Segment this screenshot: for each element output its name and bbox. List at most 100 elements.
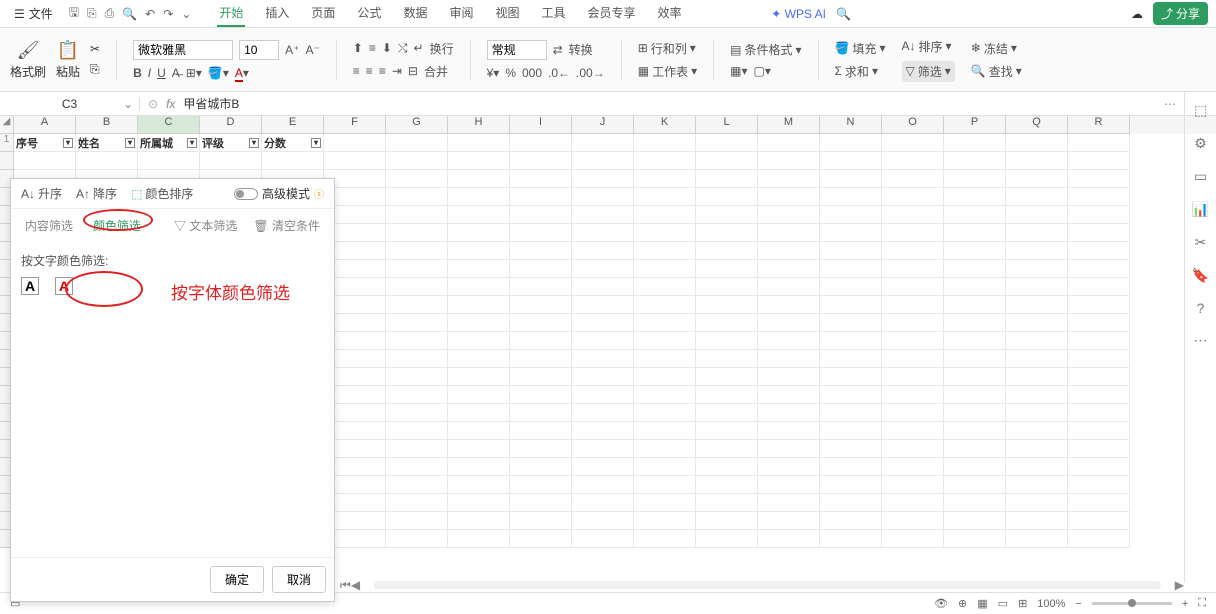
freeze-button[interactable]: ❄冻结▾ [971, 40, 1022, 57]
cell[interactable] [882, 404, 944, 422]
currency-icon[interactable]: ¥▾ [487, 66, 500, 80]
cell[interactable] [1068, 188, 1130, 206]
table-style-icon[interactable]: ▦▾ [730, 64, 747, 78]
align-right-icon[interactable]: ≡ [379, 64, 386, 78]
cell[interactable] [944, 530, 1006, 548]
cell[interactable] [510, 404, 572, 422]
cell[interactable] [386, 170, 448, 188]
cell[interactable] [944, 512, 1006, 530]
cell[interactable] [820, 206, 882, 224]
cell[interactable] [1006, 404, 1068, 422]
cell[interactable] [634, 206, 696, 224]
cell[interactable] [572, 260, 634, 278]
cell[interactable] [696, 332, 758, 350]
cell[interactable] [696, 170, 758, 188]
filter-dropdown-icon[interactable]: ▾ [311, 138, 321, 148]
cell[interactable] [882, 494, 944, 512]
sheet-button[interactable]: ▦工作表▾ [638, 63, 697, 80]
cell[interactable] [882, 350, 944, 368]
cell[interactable] [1068, 368, 1130, 386]
tab-efficiency[interactable]: 效率 [656, 0, 684, 27]
name-box-dropdown-icon[interactable]: ⌄ [123, 97, 133, 111]
cell[interactable] [1068, 350, 1130, 368]
scroll-track[interactable] [374, 581, 1161, 589]
cell[interactable] [386, 152, 448, 170]
cell[interactable] [758, 404, 820, 422]
col-header-J[interactable]: J [572, 116, 634, 134]
fx-icon[interactable]: fx [166, 97, 175, 111]
col-header-A[interactable]: A [14, 116, 76, 134]
cell[interactable] [758, 386, 820, 404]
cell[interactable] [572, 458, 634, 476]
cell[interactable] [1068, 206, 1130, 224]
formula-value[interactable]: 甲省城市B [183, 95, 239, 112]
cell[interactable] [944, 278, 1006, 296]
cell[interactable] [386, 530, 448, 548]
decrease-font-icon[interactable]: A⁻ [305, 43, 319, 57]
cell[interactable] [634, 296, 696, 314]
cell[interactable] [882, 368, 944, 386]
save-icon[interactable]: 🖫 [69, 3, 79, 24]
cell[interactable] [448, 152, 510, 170]
cell[interactable] [820, 188, 882, 206]
redo-icon[interactable]: ↷ [163, 7, 173, 21]
cell[interactable] [1068, 422, 1130, 440]
cell[interactable] [634, 170, 696, 188]
cell[interactable] [944, 404, 1006, 422]
cell[interactable] [386, 386, 448, 404]
cell[interactable] [448, 188, 510, 206]
cell[interactable] [510, 188, 572, 206]
cell[interactable] [510, 296, 572, 314]
cell[interactable] [820, 530, 882, 548]
color-option-red[interactable]: A [55, 277, 73, 295]
fill-button[interactable]: 🪣填充▾ [835, 40, 886, 57]
cell[interactable] [758, 332, 820, 350]
cell[interactable] [696, 404, 758, 422]
wps-ai-button[interactable]: ✦ WPS AI [771, 7, 826, 21]
cell[interactable] [510, 224, 572, 242]
cell[interactable] [944, 260, 1006, 278]
cell[interactable] [820, 476, 882, 494]
cell[interactable] [386, 458, 448, 476]
cell[interactable] [634, 260, 696, 278]
align-top-icon[interactable]: ⬆ [353, 41, 363, 55]
cell[interactable] [634, 458, 696, 476]
cell[interactable] [882, 278, 944, 296]
format-painter-button[interactable]: 🖌 格式刷 [10, 40, 46, 80]
cell[interactable] [758, 476, 820, 494]
tab-view[interactable]: 视图 [493, 0, 521, 27]
cell[interactable] [944, 332, 1006, 350]
col-header-P[interactable]: P [944, 116, 1006, 134]
cell[interactable] [448, 224, 510, 242]
cell[interactable] [944, 494, 1006, 512]
bookmark-icon[interactable]: 🔖 [1192, 267, 1209, 284]
cell[interactable] [758, 530, 820, 548]
col-header-M[interactable]: M [758, 116, 820, 134]
cell[interactable] [1006, 152, 1068, 170]
filter-dropdown-icon[interactable]: ▾ [125, 138, 135, 148]
print-icon[interactable]: ⎙ [105, 6, 115, 21]
cell[interactable] [944, 458, 1006, 476]
cell[interactable] [634, 494, 696, 512]
cloud-icon[interactable]: ☁ [1131, 7, 1143, 21]
cell[interactable] [510, 350, 572, 368]
cell[interactable] [634, 530, 696, 548]
cell[interactable] [758, 368, 820, 386]
cell[interactable] [820, 368, 882, 386]
cell[interactable] [572, 188, 634, 206]
tab-data[interactable]: 数据 [401, 0, 429, 27]
cell[interactable] [448, 260, 510, 278]
cell[interactable] [386, 314, 448, 332]
cell[interactable] [572, 494, 634, 512]
cell[interactable] [572, 242, 634, 260]
cell[interactable] [820, 260, 882, 278]
sum-button[interactable]: Σ求和▾ [835, 63, 886, 80]
cell[interactable] [634, 404, 696, 422]
color-sort-button[interactable]: ⬚颜色排序 [131, 185, 193, 202]
tab-page[interactable]: 页面 [309, 0, 337, 27]
cell[interactable] [386, 350, 448, 368]
cell[interactable] [510, 494, 572, 512]
rowcol-button[interactable]: ⊞行和列▾ [638, 40, 697, 57]
formula-bar-expand-icon[interactable]: ⋯ [1164, 97, 1176, 111]
cell[interactable] [944, 440, 1006, 458]
